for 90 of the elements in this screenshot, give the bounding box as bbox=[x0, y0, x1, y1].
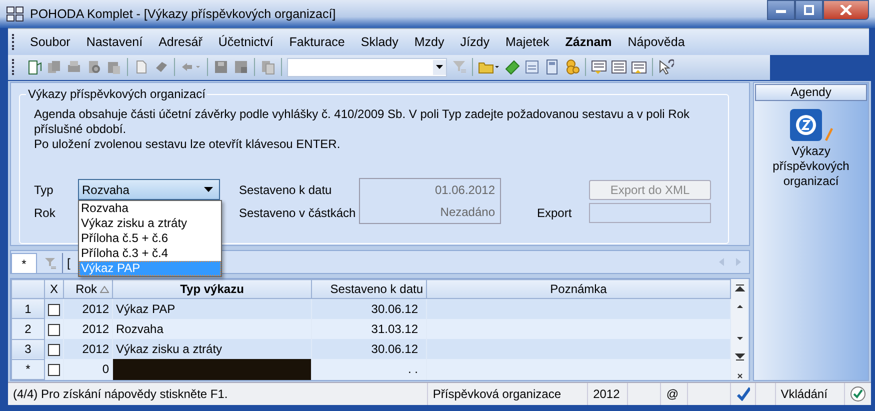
menu-item[interactable]: Jízdy bbox=[452, 34, 498, 49]
field-label: Export bbox=[536, 206, 573, 220]
sort-icon bbox=[100, 286, 109, 294]
paste-icon[interactable] bbox=[106, 59, 122, 76]
list-down-icon[interactable] bbox=[591, 59, 607, 76]
agenda-item[interactable]: Výkazy příspěvkových organizací bbox=[754, 102, 868, 189]
menu-item[interactable]: Fakturace bbox=[281, 34, 353, 49]
dropdown-option[interactable]: Rozvaha bbox=[79, 201, 221, 216]
scroll-top-icon[interactable] bbox=[734, 283, 744, 293]
dropdown-option[interactable]: Výkaz zisku a ztráty bbox=[79, 216, 221, 231]
row-header[interactable]: 1 bbox=[12, 298, 44, 319]
menu-item[interactable]: Nápověda bbox=[620, 34, 693, 49]
menu-item[interactable]: Sklady bbox=[352, 34, 406, 49]
readonly-field: 01.06.2012 Nezadáno bbox=[359, 178, 501, 224]
checkbox[interactable] bbox=[48, 364, 60, 376]
close-icon bbox=[839, 5, 853, 15]
help-icon[interactable] bbox=[658, 59, 674, 76]
table-cell: 0 bbox=[64, 359, 112, 380]
status-text: @ bbox=[661, 383, 688, 405]
tab[interactable]: * bbox=[11, 253, 37, 273]
column-header[interactable]: Poznámka bbox=[426, 280, 730, 299]
close-button[interactable] bbox=[823, 0, 869, 20]
status-text: 2012 bbox=[588, 383, 628, 405]
table-cell: 2012 bbox=[64, 339, 112, 360]
agenda-icon bbox=[788, 108, 834, 144]
table-cell: 31.03.12 bbox=[312, 318, 426, 340]
app-icon bbox=[6, 6, 24, 22]
filter-icon bbox=[44, 257, 56, 269]
save-as-icon[interactable] bbox=[233, 59, 249, 76]
description-text: Agenda obsahuje části účetní závěrky podle vyhlášky č. 410/2009 Sb. V poli Typ zadejte požadovanou sestavu a v poli Rok bbox=[34, 107, 691, 122]
table-cell: Výkaz zisku a ztráty bbox=[112, 339, 312, 360]
field-label: Rok bbox=[34, 206, 56, 220]
description-text: Po uložení zvolenou sestavu lze otevřít klávesou ENTER. bbox=[34, 137, 342, 152]
maximize-icon bbox=[802, 5, 816, 15]
type-dropdown[interactable]: Rozvaha bbox=[78, 179, 220, 200]
maximize-button[interactable] bbox=[795, 0, 823, 20]
menu-item[interactable]: Majetek bbox=[497, 34, 558, 49]
coins-icon[interactable] bbox=[564, 59, 580, 76]
checkbox[interactable] bbox=[48, 324, 60, 336]
checkbox[interactable] bbox=[48, 344, 60, 356]
door-icon[interactable] bbox=[26, 59, 42, 76]
group-title: Výkazy příspěvkových organizací bbox=[26, 87, 208, 101]
menu-item[interactable]: Soubor bbox=[22, 34, 78, 49]
table-cell: 30.06.12 bbox=[312, 298, 426, 319]
table-cell: . . bbox=[312, 359, 426, 380]
column-header[interactable]: X bbox=[44, 280, 64, 299]
column-header[interactable]: Rok bbox=[64, 280, 112, 299]
caret-icon bbox=[436, 65, 443, 70]
table-cell: 2012 bbox=[64, 298, 112, 319]
menu-item[interactable]: Nastavení bbox=[78, 34, 151, 49]
list-icon[interactable] bbox=[611, 59, 627, 76]
field-label: Sestaveno v částkách bbox=[238, 206, 357, 220]
row-header[interactable]: * bbox=[12, 359, 44, 380]
field-label: Typ bbox=[34, 182, 54, 196]
save-icon[interactable] bbox=[213, 59, 229, 76]
export-field[interactable] bbox=[589, 202, 711, 222]
sidebar-header: Agendy bbox=[755, 84, 867, 101]
grip-icon bbox=[12, 59, 16, 76]
clipboard-icon[interactable] bbox=[260, 59, 276, 76]
row-header[interactable]: 2 bbox=[12, 318, 44, 340]
preview-icon[interactable] bbox=[86, 59, 102, 76]
table-cell: 30.06.12 bbox=[312, 339, 426, 360]
cell-editor[interactable] bbox=[112, 359, 312, 380]
menu-item[interactable]: Účetnictví bbox=[210, 34, 282, 49]
table-cell: Rozvaha bbox=[112, 318, 312, 340]
dropdown-option[interactable]: Příloha č.5 + č.6 bbox=[79, 231, 221, 246]
scroll-bottom-icon[interactable] bbox=[734, 352, 744, 362]
menu-item[interactable]: Adresář bbox=[150, 34, 210, 49]
description-text: příslušné období. bbox=[34, 122, 128, 137]
status-text: (4/4) Pro získání nápovědy stiskněte F1. bbox=[8, 383, 428, 405]
row-header[interactable]: 3 bbox=[12, 339, 44, 360]
check-icon bbox=[736, 387, 750, 401]
window-title: POHODA Komplet - [Výkazy příspěvkových organizací] bbox=[30, 7, 337, 22]
table-cell: Výkaz PAP bbox=[112, 298, 312, 319]
caret-icon bbox=[204, 187, 213, 192]
grip-icon bbox=[12, 34, 16, 50]
status-text: Vkládání bbox=[776, 383, 845, 405]
column-header[interactable]: Sestaveno k datu bbox=[312, 280, 426, 299]
field-label: Sestaveno k datu bbox=[238, 182, 333, 196]
ok-icon bbox=[850, 386, 866, 402]
list-up-icon[interactable] bbox=[631, 59, 647, 76]
menu-item[interactable]: Záznam bbox=[557, 34, 620, 49]
status-text: Příspěvková organizace bbox=[428, 383, 588, 405]
minimize-button[interactable] bbox=[767, 0, 795, 20]
column-header[interactable]: Typ výkazu bbox=[112, 280, 312, 299]
checkbox[interactable] bbox=[48, 304, 60, 316]
dropdown-option[interactable]: Příloha č.3 + č.4 bbox=[79, 246, 221, 261]
table-cell: 2012 bbox=[64, 318, 112, 340]
scrollbar[interactable] bbox=[731, 279, 748, 380]
menu-item[interactable]: Mzdy bbox=[406, 34, 452, 49]
